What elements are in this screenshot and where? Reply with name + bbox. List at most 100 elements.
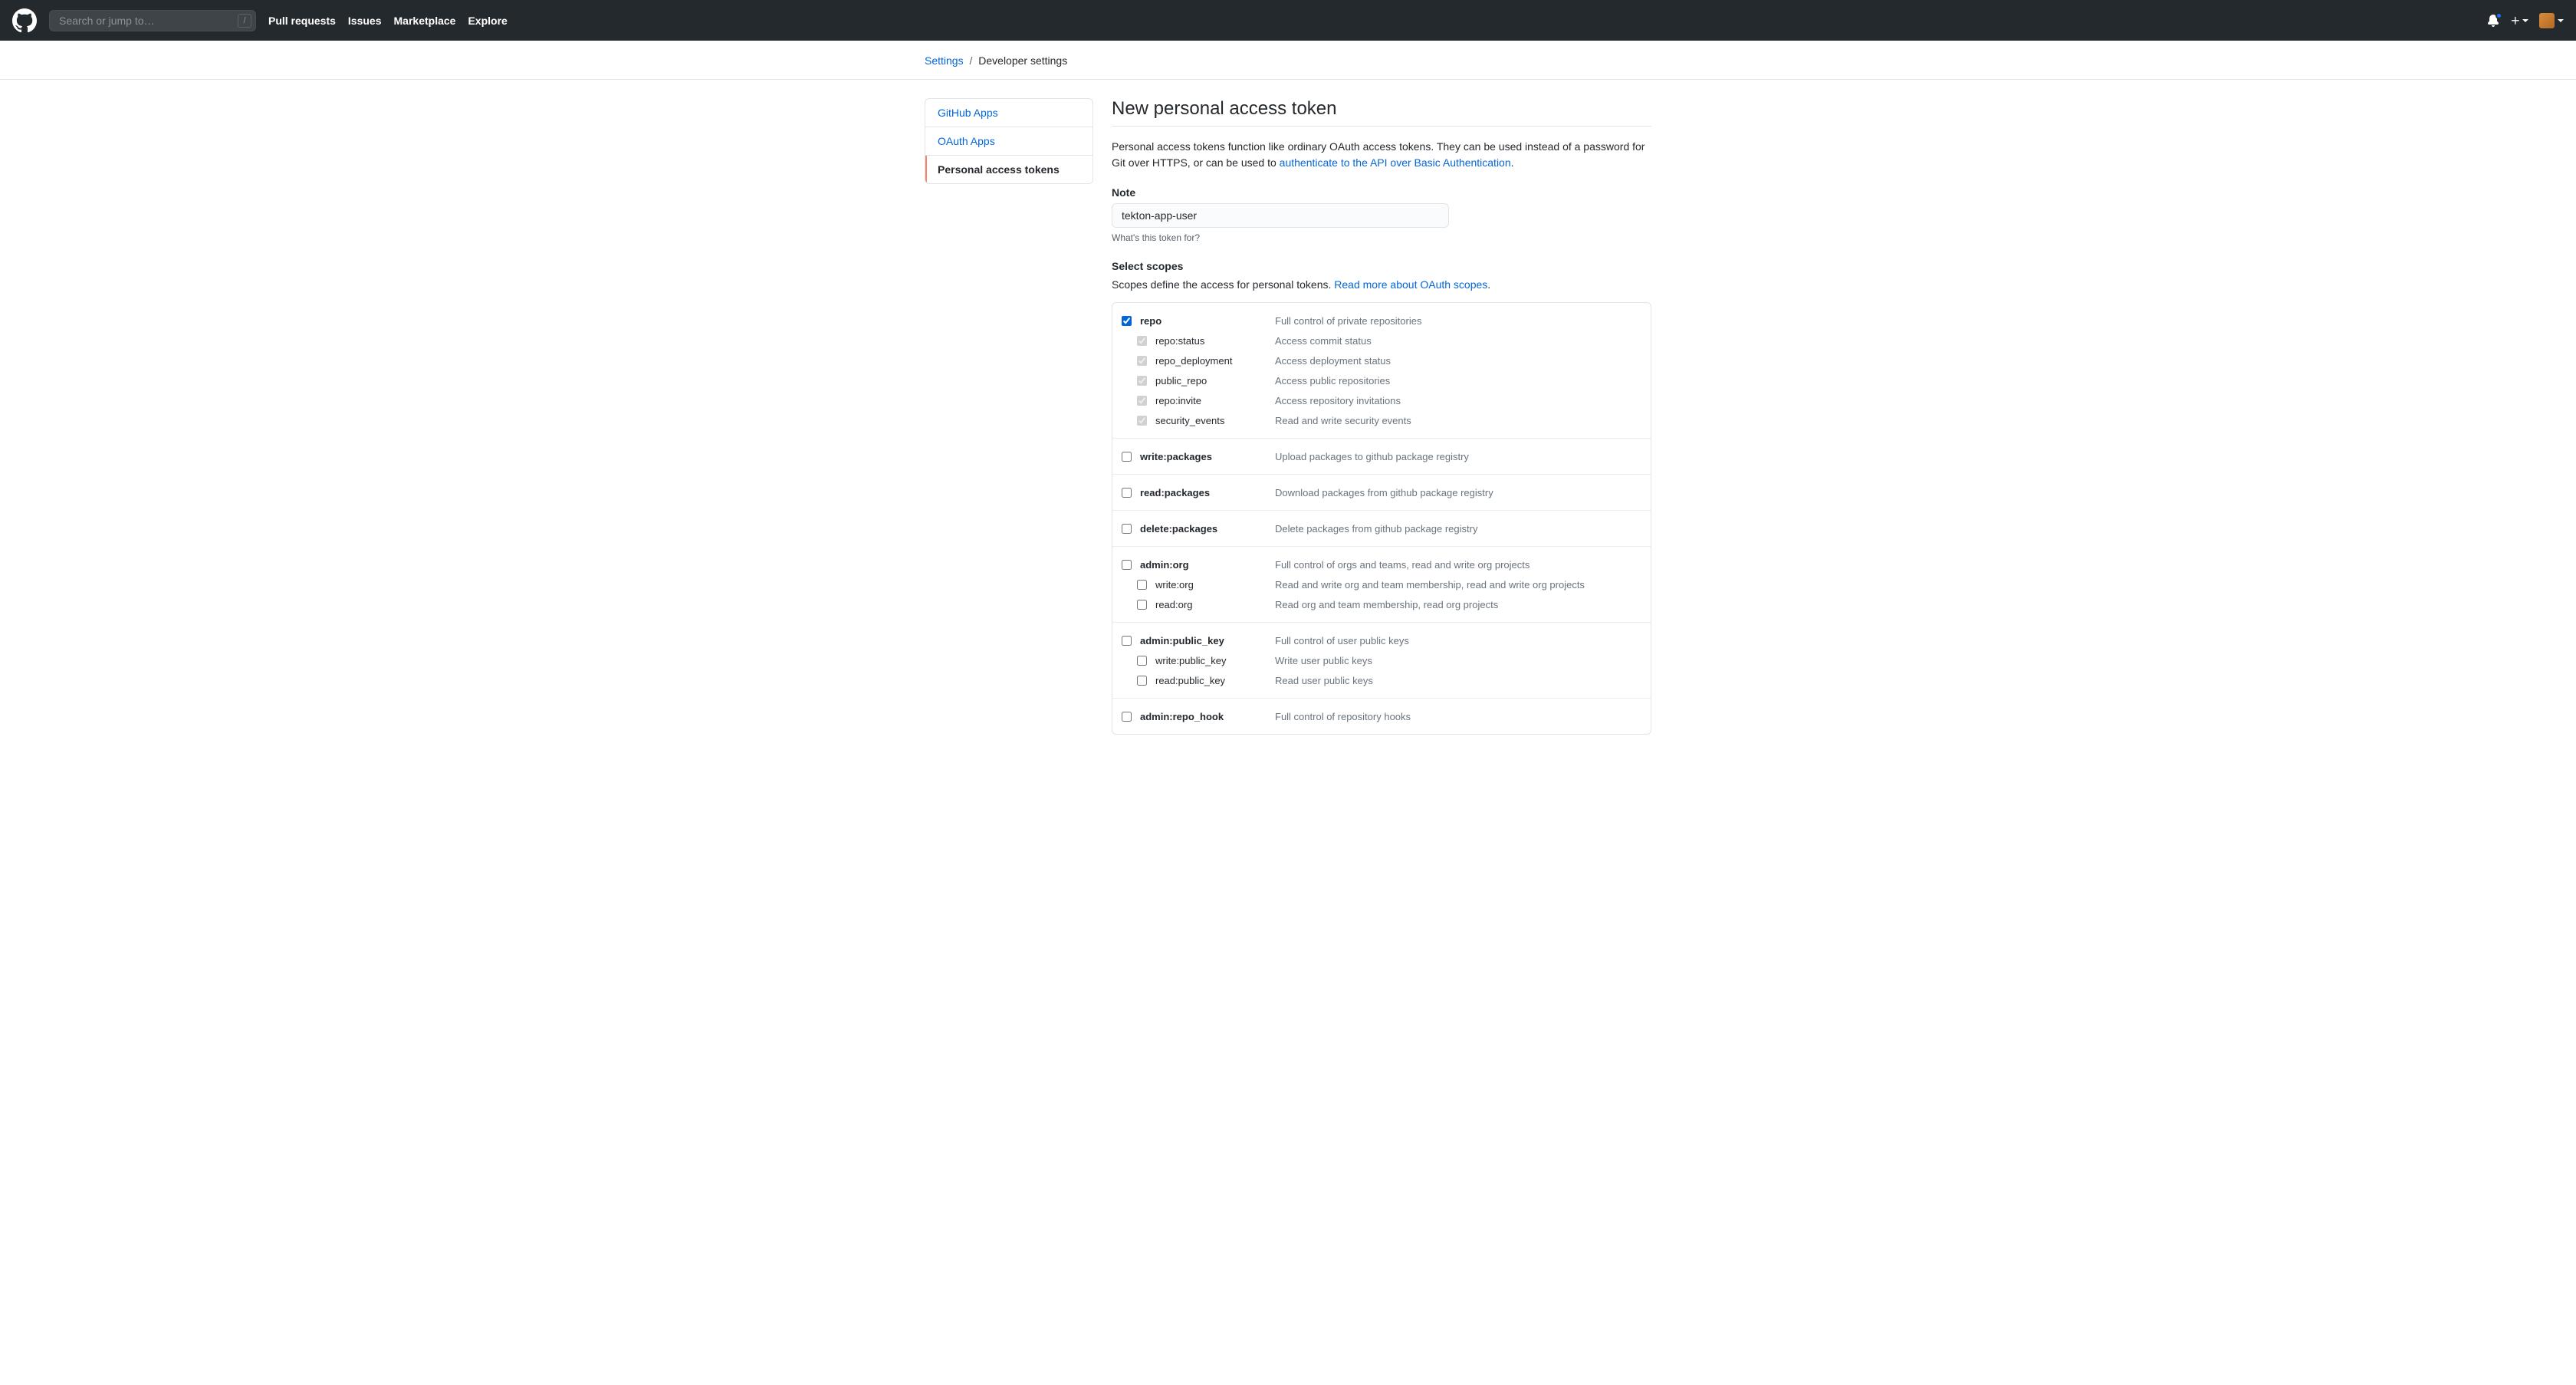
breadcrumb-bar: Settings / Developer settings (0, 41, 2576, 80)
scope-checkbox-repo_deployment (1137, 356, 1147, 366)
scope-row: write:public_keyWrite user public keys (1122, 650, 1641, 670)
sidebar-item-oauth-apps[interactable]: OAuth Apps (925, 127, 1092, 156)
scope-row: admin:public_keyFull control of user pub… (1122, 630, 1641, 650)
scope-checkbox-read-public_key[interactable] (1137, 676, 1147, 686)
scope-group-admin_repo_hook: admin:repo_hookFull control of repositor… (1112, 699, 1651, 734)
scope-desc: Full control of user public keys (1275, 635, 1641, 646)
search-input[interactable] (49, 10, 256, 31)
primary-nav: Pull requests Issues Marketplace Explore (268, 15, 508, 27)
scope-name: repo:invite (1155, 395, 1275, 406)
page-wrap: GitHub Apps OAuth Apps Personal access t… (912, 80, 1664, 753)
user-menu[interactable] (2539, 13, 2564, 28)
scope-desc: Read user public keys (1275, 675, 1641, 686)
search-wrap: / (49, 10, 256, 31)
note-help-text: What's this token for? (1112, 232, 1651, 243)
scope-desc: Access repository invitations (1275, 395, 1641, 406)
scope-name: write:public_key (1155, 655, 1275, 666)
scope-row: repoFull control of private repositories (1122, 311, 1641, 331)
scope-checkbox-delete_packages[interactable] (1122, 524, 1132, 534)
notifications-button[interactable] (2487, 15, 2499, 27)
scopes-intro-link[interactable]: Read more about OAuth scopes (1334, 278, 1487, 291)
scope-name: repo_deployment (1155, 355, 1275, 367)
breadcrumb-settings[interactable]: Settings (925, 54, 964, 67)
scope-row: repo_deploymentAccess deployment status (1122, 350, 1641, 370)
github-logo[interactable] (12, 8, 37, 33)
main-column: New personal access token Personal acces… (1112, 98, 1651, 735)
intro-end: . (1511, 156, 1514, 169)
scope-checkbox-read-org[interactable] (1137, 600, 1147, 610)
scopes-intro-end: . (1487, 278, 1490, 291)
create-menu[interactable] (2510, 15, 2528, 26)
scope-row: read:public_keyRead user public keys (1122, 670, 1641, 690)
scope-desc: Full control of repository hooks (1275, 711, 1641, 722)
scope-checkbox-admin_public_key[interactable] (1122, 636, 1132, 646)
scope-checkbox-read_packages[interactable] (1122, 488, 1132, 498)
scope-checkbox-write-org[interactable] (1137, 580, 1147, 590)
scope-checkbox-public_repo (1137, 376, 1147, 386)
scope-desc: Full control of private repositories (1275, 315, 1641, 327)
scope-row: write:packagesUpload packages to github … (1122, 446, 1641, 466)
caret-down-icon (2558, 19, 2564, 22)
scope-desc: Write user public keys (1275, 655, 1641, 666)
scope-desc: Read and write security events (1275, 415, 1641, 426)
scope-name: admin:public_key (1140, 635, 1275, 646)
scope-checkbox-security_events (1137, 416, 1147, 426)
scope-row: public_repoAccess public repositories (1122, 370, 1641, 390)
nav-explore[interactable]: Explore (468, 15, 507, 27)
scope-name: admin:repo_hook (1140, 711, 1275, 722)
scope-row: delete:packagesDelete packages from gith… (1122, 518, 1641, 538)
scope-name: write:org (1155, 579, 1275, 591)
intro-link-auth-api[interactable]: authenticate to the API over Basic Authe… (1280, 156, 1511, 169)
scope-group-read_packages: read:packagesDownload packages from gith… (1112, 475, 1651, 511)
select-scopes-label: Select scopes (1112, 260, 1651, 272)
scope-row: read:packagesDownload packages from gith… (1122, 482, 1641, 502)
nav-pull-requests[interactable]: Pull requests (268, 15, 336, 27)
scope-checkbox-write-public_key[interactable] (1137, 656, 1147, 666)
scope-name: read:public_key (1155, 675, 1275, 686)
note-input[interactable] (1112, 203, 1449, 228)
caret-down-icon (2522, 19, 2528, 22)
scope-name: security_events (1155, 415, 1275, 426)
scope-name: public_repo (1155, 375, 1275, 387)
scope-desc: Download packages from github package re… (1275, 487, 1641, 498)
scope-name: delete:packages (1140, 523, 1275, 535)
scope-desc: Delete packages from github package regi… (1275, 523, 1641, 535)
sidebar-item-personal-access-tokens[interactable]: Personal access tokens (925, 156, 1092, 183)
plus-icon (2510, 15, 2521, 26)
scope-name: repo:status (1155, 335, 1275, 347)
scope-group-admin_org: admin:orgFull control of orgs and teams,… (1112, 547, 1651, 623)
scope-name: read:org (1155, 599, 1275, 610)
breadcrumb-sep: / (969, 54, 972, 67)
intro-text: Personal access tokens function like ord… (1112, 139, 1651, 171)
nav-issues[interactable]: Issues (348, 15, 382, 27)
scope-group-repo: repoFull control of private repositories… (1112, 303, 1651, 439)
scope-desc: Upload packages to github package regist… (1275, 451, 1641, 462)
scope-desc: Read org and team membership, read org p… (1275, 599, 1641, 610)
scope-row: read:orgRead org and team membership, re… (1122, 594, 1641, 614)
breadcrumb: Settings / Developer settings (912, 54, 1664, 67)
scope-desc: Access public repositories (1275, 375, 1641, 387)
scope-name: read:packages (1140, 487, 1275, 498)
scope-row: admin:orgFull control of orgs and teams,… (1122, 554, 1641, 574)
scopes-list: repoFull control of private repositories… (1112, 302, 1651, 735)
scope-checkbox-write_packages[interactable] (1122, 452, 1132, 462)
sidebar-nav: GitHub Apps OAuth Apps Personal access t… (925, 98, 1093, 184)
scope-group-write_packages: write:packagesUpload packages to github … (1112, 439, 1651, 475)
scope-row: security_eventsRead and write security e… (1122, 410, 1641, 430)
scope-row: admin:repo_hookFull control of repositor… (1122, 706, 1641, 726)
scope-name: write:packages (1140, 451, 1275, 462)
scope-name: repo (1140, 315, 1275, 327)
scope-checkbox-repo[interactable] (1122, 316, 1132, 326)
scope-checkbox-admin_org[interactable] (1122, 560, 1132, 570)
global-header: / Pull requests Issues Marketplace Explo… (0, 0, 2576, 41)
scope-checkbox-repo-invite (1137, 396, 1147, 406)
breadcrumb-current: Developer settings (978, 54, 1067, 67)
scope-desc: Access commit status (1275, 335, 1641, 347)
avatar (2539, 13, 2555, 28)
sidebar-item-github-apps[interactable]: GitHub Apps (925, 99, 1092, 127)
scope-row: repo:statusAccess commit status (1122, 331, 1641, 350)
scope-checkbox-admin_repo_hook[interactable] (1122, 712, 1132, 722)
nav-marketplace[interactable]: Marketplace (394, 15, 456, 27)
scope-row: write:orgRead and write org and team mem… (1122, 574, 1641, 594)
scope-desc: Full control of orgs and teams, read and… (1275, 559, 1641, 571)
